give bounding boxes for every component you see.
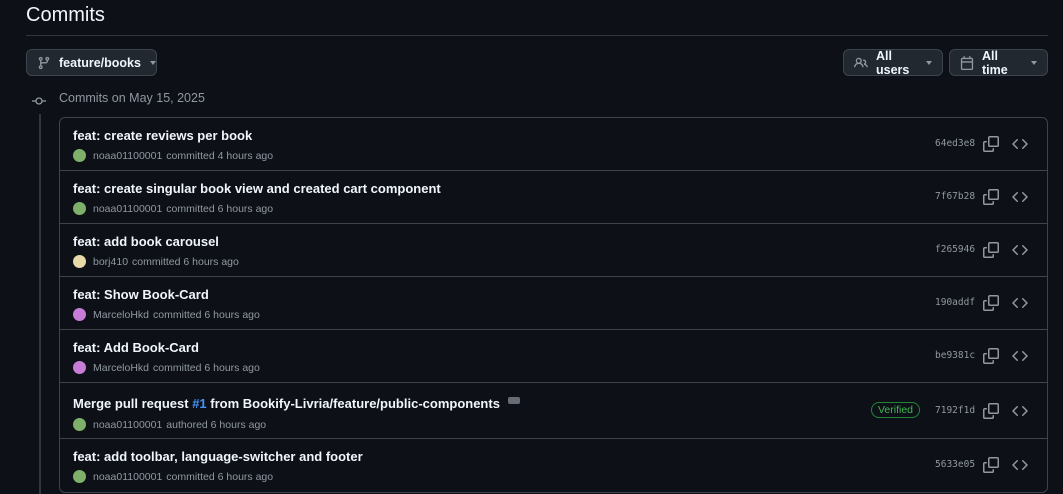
copy-icon[interactable] xyxy=(983,295,999,311)
browse-code-icon[interactable] xyxy=(1012,242,1028,258)
commit-sha-link[interactable]: 7192f1d xyxy=(935,405,975,416)
commit-row[interactable]: feat: Add Book-Card MarceloHkd committed… xyxy=(60,330,1047,383)
commit-title-link[interactable]: feat: add book carousel xyxy=(73,234,219,249)
branch-select-button[interactable]: feature/books xyxy=(26,49,157,76)
commit-row[interactable]: feat: create reviews per book noaa011000… xyxy=(60,118,1047,171)
commit-action: committed xyxy=(166,149,215,162)
browse-code-icon[interactable] xyxy=(1012,457,1028,473)
verified-badge[interactable]: Verified xyxy=(871,402,921,418)
commit-row[interactable]: Merge pull request #1 from Bookify-Livri… xyxy=(60,383,1047,439)
browse-code-icon[interactable] xyxy=(1012,403,1028,419)
commit-group-header: Commits on May 15, 2025 xyxy=(59,91,205,105)
commit-sha-link[interactable]: be9381c xyxy=(935,350,975,361)
avatar[interactable] xyxy=(73,470,86,483)
commit-title-link[interactable]: from Bookify-Livria/feature/public-compo… xyxy=(207,396,500,411)
commit-author[interactable]: noaa01100001 xyxy=(93,150,162,162)
commit-sha-link[interactable]: 64ed3e8 xyxy=(935,138,975,149)
commit-author[interactable]: noaa01100001 xyxy=(93,471,162,483)
browse-code-icon[interactable] xyxy=(1012,136,1028,152)
commit-action: authored xyxy=(166,418,208,431)
commit-time: 6 hours ago xyxy=(210,418,267,431)
commit-meta: noaa01100001 committed 6 hours ago xyxy=(73,202,273,215)
chevron-down-icon xyxy=(1031,60,1037,65)
git-branch-icon xyxy=(37,56,51,70)
copy-icon[interactable] xyxy=(983,242,999,258)
commit-row[interactable]: feat: Show Book-Card MarceloHkd committe… xyxy=(60,277,1047,330)
page-title: Commits xyxy=(26,4,105,26)
avatar[interactable] xyxy=(73,308,86,321)
copy-icon[interactable] xyxy=(983,189,999,205)
commit-time: 6 hours ago xyxy=(183,255,239,268)
commit-time: 6 hours ago xyxy=(204,361,260,374)
commit-time: 6 hours ago xyxy=(204,308,260,321)
commit-time: 6 hours ago xyxy=(217,202,274,215)
commit-meta: noaa01100001 committed 6 hours ago xyxy=(73,470,273,483)
copy-icon[interactable] xyxy=(983,403,999,419)
commit-row[interactable]: feat: add book carousel borj410 committe… xyxy=(60,224,1047,277)
time-filter-label: All time xyxy=(982,48,1008,77)
commit-time: 6 hours ago xyxy=(217,470,274,483)
commit-meta: MarceloHkd committed 6 hours ago xyxy=(73,308,260,321)
copy-icon[interactable] xyxy=(983,136,999,152)
commit-author[interactable]: noaa01100001 xyxy=(93,419,162,431)
avatar[interactable] xyxy=(73,418,86,431)
commit-action: committed xyxy=(153,308,202,321)
copy-icon[interactable] xyxy=(983,348,999,364)
commit-title-link[interactable]: feat: Add Book-Card xyxy=(73,340,199,355)
commit-title-link[interactable]: Merge pull request xyxy=(73,396,192,411)
commit-title-link[interactable]: feat: add toolbar, language-switcher and… xyxy=(73,449,363,464)
pull-request-link[interactable]: #1 xyxy=(192,396,206,411)
commit-meta: MarceloHkd committed 6 hours ago xyxy=(73,361,260,374)
commit-title-link[interactable]: feat: Show Book-Card xyxy=(73,287,209,302)
commit-sha-link[interactable]: 190addf xyxy=(935,297,975,308)
commit-row[interactable]: feat: add toolbar, language-switcher and… xyxy=(60,439,1047,492)
timeline-line xyxy=(39,114,41,494)
chevron-down-icon xyxy=(926,60,932,65)
commit-row[interactable]: feat: create singular book view and crea… xyxy=(60,171,1047,224)
commit-title: Merge pull request #1 from Bookify-Livri… xyxy=(73,396,520,411)
commit-time: 4 hours ago xyxy=(217,149,274,162)
commit-author[interactable]: MarceloHkd xyxy=(93,309,149,321)
commit-title-link[interactable]: feat: create reviews per book xyxy=(73,128,252,143)
commit-sha-link[interactable]: 5633e05 xyxy=(935,459,975,470)
git-commit-icon xyxy=(32,94,46,106)
avatar[interactable] xyxy=(73,149,86,162)
calendar-icon xyxy=(960,55,974,70)
commit-action: committed xyxy=(153,361,202,374)
browse-code-icon[interactable] xyxy=(1012,295,1028,311)
commit-sha-link[interactable]: f265946 xyxy=(935,244,975,255)
avatar[interactable] xyxy=(73,255,86,268)
users-filter-label: All users xyxy=(876,48,910,77)
browse-code-icon[interactable] xyxy=(1012,189,1028,205)
commit-author[interactable]: borj410 xyxy=(93,256,128,268)
expand-message-button[interactable] xyxy=(507,397,520,404)
browse-code-icon[interactable] xyxy=(1012,348,1028,364)
title-divider xyxy=(26,35,1048,36)
commit-author[interactable]: noaa01100001 xyxy=(93,203,162,215)
commit-sha-link[interactable]: 7f67b28 xyxy=(935,191,975,202)
people-icon xyxy=(854,56,868,70)
copy-icon[interactable] xyxy=(983,457,999,473)
time-filter-button[interactable]: All time xyxy=(949,48,1048,77)
users-filter-button[interactable]: All users xyxy=(843,48,943,77)
commit-title-link[interactable]: feat: create singular book view and crea… xyxy=(73,181,441,196)
commit-list: feat: create reviews per book noaa011000… xyxy=(59,117,1048,493)
commit-author[interactable]: MarceloHkd xyxy=(93,362,149,374)
commit-meta: noaa01100001 authored 6 hours ago xyxy=(73,418,266,431)
commit-meta: noaa01100001 committed 4 hours ago xyxy=(73,149,273,162)
commit-meta: borj410 committed 6 hours ago xyxy=(73,255,239,268)
branch-label: feature/books xyxy=(59,55,141,70)
avatar[interactable] xyxy=(73,202,86,215)
avatar[interactable] xyxy=(73,361,86,374)
commit-action: committed xyxy=(166,202,215,215)
commit-action: committed xyxy=(132,255,181,268)
commit-action: committed xyxy=(166,470,215,483)
chevron-down-icon xyxy=(149,60,156,65)
